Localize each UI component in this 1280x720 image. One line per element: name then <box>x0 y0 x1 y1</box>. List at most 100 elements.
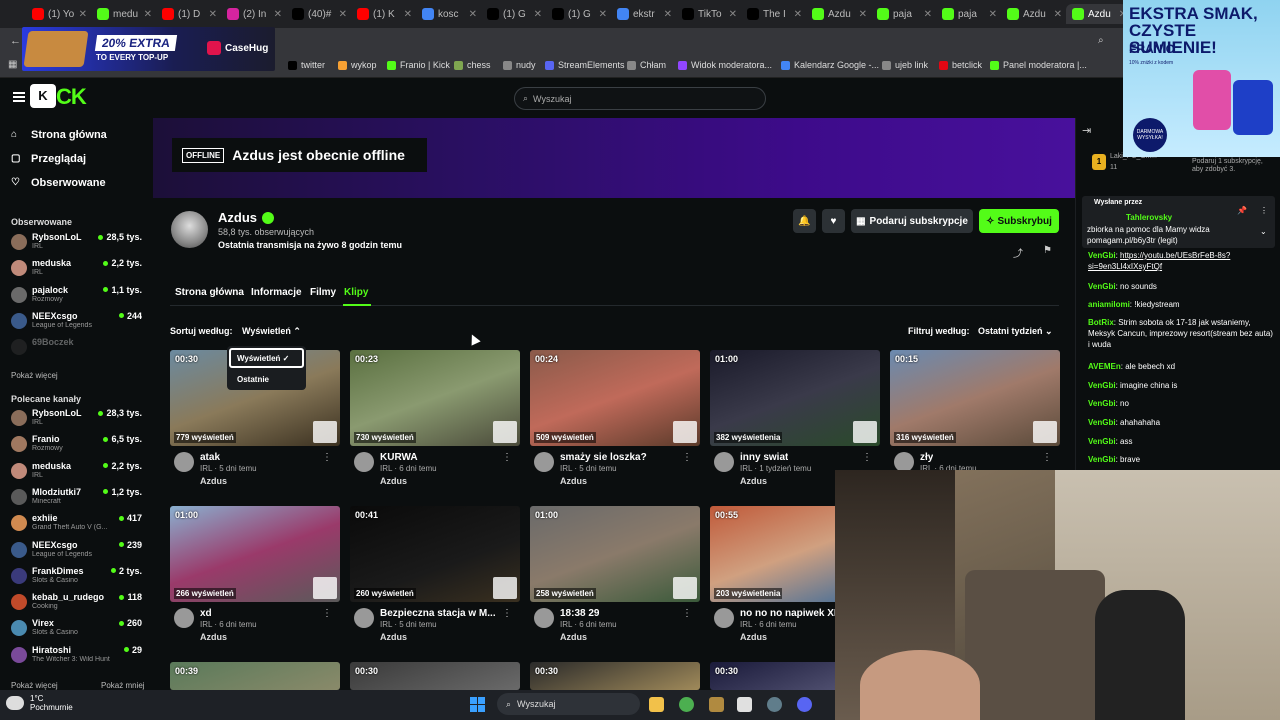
ad-franio[interactable]: EKSTRA SMAK, CZYSTE SUMIENIE! FRANIO 10% … <box>1123 0 1280 157</box>
clip-author[interactable]: Azdus <box>200 632 227 642</box>
bookmark-item[interactable]: Franio | Kick <box>387 60 450 70</box>
clip-card[interactable]: 00:30 <box>350 662 520 690</box>
app-icon[interactable] <box>709 697 724 712</box>
clip-card[interactable]: 00:15316 wyświetleńzłyIRL · 6 dni temuAz… <box>890 350 1060 486</box>
more-options-icon[interactable]: ⋮ <box>1042 452 1052 463</box>
more-options-icon[interactable]: ⋮ <box>502 608 512 619</box>
clip-title[interactable]: smaży sie loszka? <box>560 452 647 463</box>
chrome-icon[interactable] <box>679 697 694 712</box>
clip-thumbnail[interactable]: 00:23 730 wyświetleń <box>350 350 520 446</box>
browser-tab[interactable]: (1) G ✕ <box>546 4 607 24</box>
clip-card[interactable]: 01:00 266 wyświetleń xd IRL · 6 dni temu Azd… <box>170 506 340 642</box>
close-icon[interactable]: ✕ <box>339 9 347 20</box>
chat-username[interactable]: VenGbi <box>1088 399 1116 408</box>
close-icon[interactable]: ✕ <box>404 9 412 20</box>
browser-tab[interactable]: kosc ✕ <box>416 4 477 24</box>
file-explorer-icon[interactable] <box>649 697 664 712</box>
more-options-icon[interactable]: ⋮ <box>862 452 872 463</box>
pinned-user[interactable]: Tahlerovsky <box>1126 213 1172 222</box>
more-options-icon[interactable]: ⋮ <box>1260 206 1268 215</box>
clip-card[interactable]: 00:23 730 wyświetleń KURWA IRL · 6 dni temu… <box>350 350 520 486</box>
browser-tab[interactable]: paja ✕ <box>936 4 997 24</box>
clip-author[interactable]: Azdus <box>380 632 407 642</box>
gift-subscription-button[interactable]: ▦ Podaruj subskrypcje <box>851 209 973 233</box>
clip-card[interactable]: 01:00 382 wyświetlenia inny swiat IRL · 1 t… <box>710 350 880 486</box>
report-icon[interactable]: ⚑ <box>1043 245 1052 256</box>
chat-username[interactable]: AVEMEn <box>1088 362 1121 371</box>
author-avatar[interactable] <box>714 608 734 628</box>
hamburger-menu-icon[interactable] <box>13 92 25 102</box>
clip-title[interactable]: zły <box>920 452 933 463</box>
sidebar-channel[interactable]: Virex Slots & Casino 260 <box>11 618 146 640</box>
chat-username[interactable]: VenGbi <box>1088 437 1116 446</box>
clip-card[interactable]: 00:39 <box>170 662 340 690</box>
tab-clips[interactable]: Klipy <box>344 287 368 298</box>
author-avatar[interactable] <box>534 452 554 472</box>
sidebar-channel[interactable]: Franio Rozmowy 6,5 tys. <box>11 434 146 456</box>
sidebar-channel[interactable]: Mlodziutki7 Minecraft 1,2 tys. <box>11 487 146 509</box>
clip-author[interactable]: Azdus <box>740 476 767 486</box>
bookmark-item[interactable]: chess <box>454 60 491 70</box>
browser-tab[interactable]: (40)# ✕ <box>286 4 347 24</box>
author-avatar[interactable] <box>894 452 914 472</box>
sidebar-channel[interactable]: NEEXcsgo League of Legends 244 <box>11 311 146 333</box>
close-icon[interactable]: ✕ <box>274 9 282 20</box>
nav-following[interactable]: ♡ Obserwowane <box>11 177 106 189</box>
show-more-recommended[interactable]: Pokaż więcej <box>11 681 58 690</box>
bookmark-item[interactable]: betclick <box>939 60 982 70</box>
nav-home[interactable]: ⌂ Strona główna <box>11 129 107 141</box>
nav-browse[interactable]: ▢ Przeglądaj <box>11 153 86 165</box>
ad-banner-casehug[interactable]: 20% EXTRA TO EVERY TOP-UP CaseHug <box>22 27 275 71</box>
bookmark-item[interactable]: Chłam <box>627 60 666 70</box>
bookmark-item[interactable]: ujeb link <box>882 60 928 70</box>
sidebar-channel[interactable]: meduska IRL 2,2 tys. <box>11 461 146 483</box>
bookmark-item[interactable]: Kalendarz Google -... <box>781 60 879 70</box>
clip-card[interactable]: 00:41 260 wyświetleń Bezpieczna stacja w M… <box>350 506 520 642</box>
close-icon[interactable]: ✕ <box>144 9 152 20</box>
close-icon[interactable]: ✕ <box>664 9 672 20</box>
bookmark-item[interactable]: Panel moderatora |... <box>990 60 1087 70</box>
author-avatar[interactable] <box>714 452 734 472</box>
browser-tab[interactable]: (1) Yo ✕ <box>26 4 87 24</box>
channel-avatar[interactable] <box>171 211 208 248</box>
sort-option-views[interactable]: Wyświetleń ✓ <box>229 348 304 368</box>
sidebar-channel[interactable]: NEEXcsgo League of Legends 239 <box>11 540 146 562</box>
sidebar-channel[interactable]: kebab_u_rudego Cooking 118 <box>11 592 146 614</box>
clip-card[interactable]: 01:00 258 wyświetleń 18:38 29 IRL · 6 dni t… <box>530 506 700 642</box>
browser-tab[interactable]: paja ✕ <box>871 4 932 24</box>
author-avatar[interactable] <box>354 608 374 628</box>
clip-title[interactable]: KURWA <box>380 452 418 463</box>
chat-username[interactable]: VenGbi <box>1088 251 1116 260</box>
sort-option-recent[interactable]: Ostatnie <box>237 375 269 384</box>
clip-thumbnail[interactable]: 01:00 258 wyświetleń <box>530 506 700 602</box>
browser-tab[interactable]: medu ✕ <box>91 4 152 24</box>
sidebar-channel[interactable]: exhiie Grand Theft Auto V (G... 417 <box>11 513 146 535</box>
site-logo[interactable]: K CK <box>30 82 94 110</box>
tab-home[interactable]: Strona główna <box>175 287 244 298</box>
close-icon[interactable]: ✕ <box>79 9 87 20</box>
close-icon[interactable]: ✕ <box>729 9 737 20</box>
notification-bell-button[interactable]: 🔔 <box>793 209 816 233</box>
more-options-icon[interactable]: ⋮ <box>682 608 692 619</box>
browser-tab[interactable]: The I ✕ <box>741 4 802 24</box>
chat-username[interactable]: aniamilomi <box>1088 300 1130 309</box>
windows-start-icon[interactable] <box>470 697 485 712</box>
clip-author[interactable]: Azdus <box>200 476 227 486</box>
show-less-recommended[interactable]: Pokaż mniej <box>101 681 145 690</box>
bookmark-item[interactable]: StreamElements <box>545 60 625 70</box>
show-more-followed[interactable]: Pokaż więcej <box>11 371 58 380</box>
chat-username[interactable]: VenGbi <box>1088 418 1116 427</box>
clip-thumbnail[interactable]: 00:41 260 wyświetleń <box>350 506 520 602</box>
browser-tab[interactable]: Azdu ✕ <box>1001 4 1062 24</box>
clip-title[interactable]: 18:38 29 <box>560 608 599 619</box>
tab-videos[interactable]: Filmy <box>310 287 336 298</box>
clip-title[interactable]: no no no napiwek XD <box>740 608 841 619</box>
clip-thumbnail[interactable]: 00:24 509 wyświetleń <box>530 350 700 446</box>
more-options-icon[interactable]: ⋮ <box>682 452 692 463</box>
weather-widget[interactable]: 1°C Pochmurnie <box>6 694 73 712</box>
close-icon[interactable]: ✕ <box>794 9 802 20</box>
sidebar-channel[interactable]: RybsonLoL IRL 28,5 tys. <box>11 232 146 254</box>
clip-thumbnail[interactable]: 00:39 <box>170 662 340 690</box>
sort-dropdown[interactable]: Wyświetleń ⌃ <box>242 326 301 337</box>
browser-tab[interactable]: (1) D ✕ <box>156 4 217 24</box>
